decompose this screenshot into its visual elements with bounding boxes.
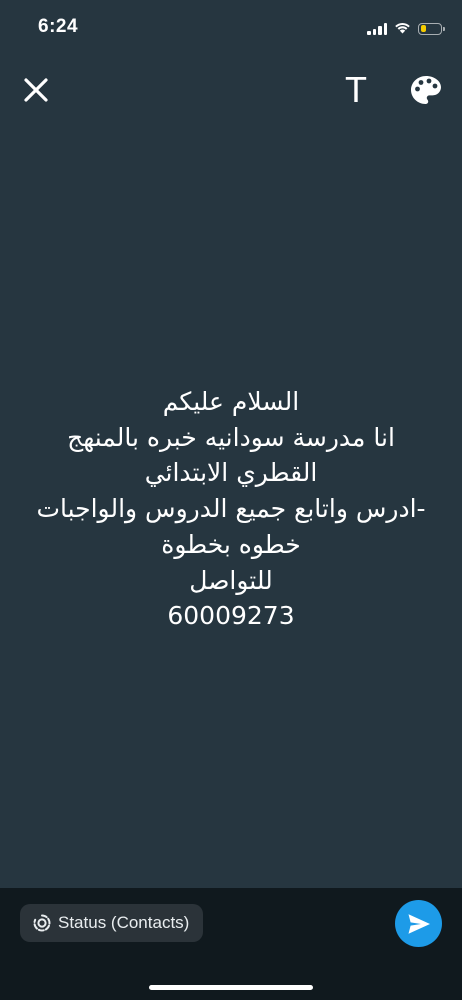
send-icon — [408, 913, 430, 934]
cellular-signal-icon — [367, 22, 387, 35]
status-bar: 6:24 — [0, 0, 462, 56]
bottom-bar: Status (Contacts) — [0, 888, 462, 1000]
status-icons — [367, 19, 445, 38]
text-tool-label: T — [345, 69, 367, 110]
status-ring-icon — [33, 914, 51, 932]
wifi-icon — [394, 19, 411, 38]
text-tool-button[interactable]: T — [336, 70, 376, 110]
send-button[interactable] — [395, 900, 442, 947]
palette-button[interactable] — [406, 70, 446, 110]
home-indicator — [149, 985, 313, 990]
close-button[interactable] — [16, 70, 56, 110]
battery-icon — [418, 22, 445, 35]
status-text[interactable]: السلام عليكم انا مدرسة سودانيه خبره بالم… — [0, 384, 462, 634]
audience-label: Status (Contacts) — [58, 913, 190, 932]
close-icon — [24, 78, 48, 102]
audience-selector[interactable]: Status (Contacts) — [20, 904, 204, 942]
battery-level — [420, 25, 426, 32]
status-composer-screen: 6:24 T السلام عليكم انا مدرسة سودانيه خب… — [0, 0, 462, 1000]
palette-icon — [411, 76, 441, 104]
status-time: 6:24 — [38, 16, 79, 37]
